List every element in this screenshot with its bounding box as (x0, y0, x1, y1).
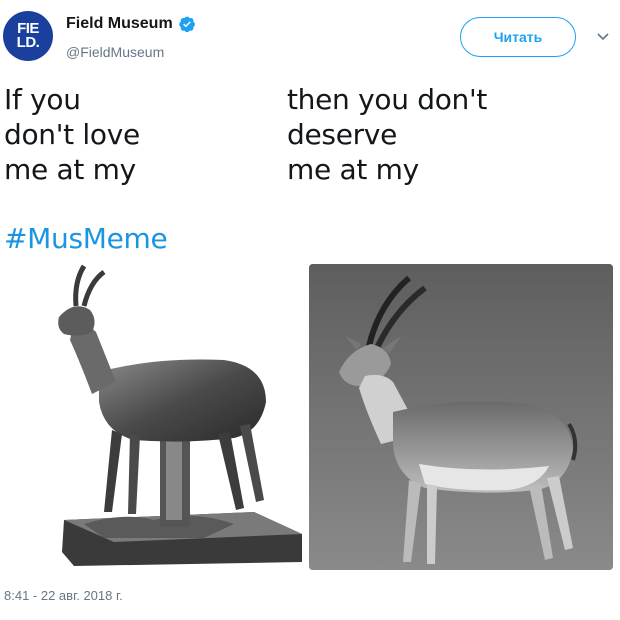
tweet-text: If you don't love me at my then you don'… (4, 82, 616, 192)
avatar[interactable]: FIE LD. (3, 11, 53, 61)
chevron-down-icon[interactable] (596, 32, 610, 42)
verified-badge-icon (178, 16, 195, 33)
avatar-text-bottom: LD. (16, 34, 40, 51)
account-handle[interactable]: @FieldMuseum (66, 44, 164, 60)
tweet-line: deserve (287, 118, 398, 151)
media-photo-gazelle[interactable] (309, 264, 613, 570)
tweet-line: don't love (4, 118, 140, 151)
tweet-line: If you (4, 83, 81, 116)
account-name-row[interactable]: Field Museum (66, 15, 196, 33)
tweet-text-left-column: If you don't love me at my (4, 82, 140, 187)
tweet-line: me at my (287, 153, 419, 186)
tweet-timestamp[interactable]: 8:41 - 22 авг. 2018 г. (4, 588, 123, 603)
sculpture-illustration (58, 264, 302, 566)
tweet-line: then you don't (287, 83, 488, 116)
follow-button[interactable]: Читать (460, 17, 576, 57)
gazelle-illustration (309, 264, 613, 570)
tweet-text-right-column: then you don't deserve me at my (287, 82, 487, 187)
tweet-header: FIE LD. Field Museum @FieldMuseum Читать (0, 0, 620, 72)
tweet-media (0, 262, 620, 572)
hashtag-link[interactable]: #MusMeme (4, 222, 168, 255)
account-name[interactable]: Field Museum (66, 15, 173, 33)
media-photo-sculpture[interactable] (4, 262, 304, 568)
tweet-line: me at my (4, 153, 136, 186)
